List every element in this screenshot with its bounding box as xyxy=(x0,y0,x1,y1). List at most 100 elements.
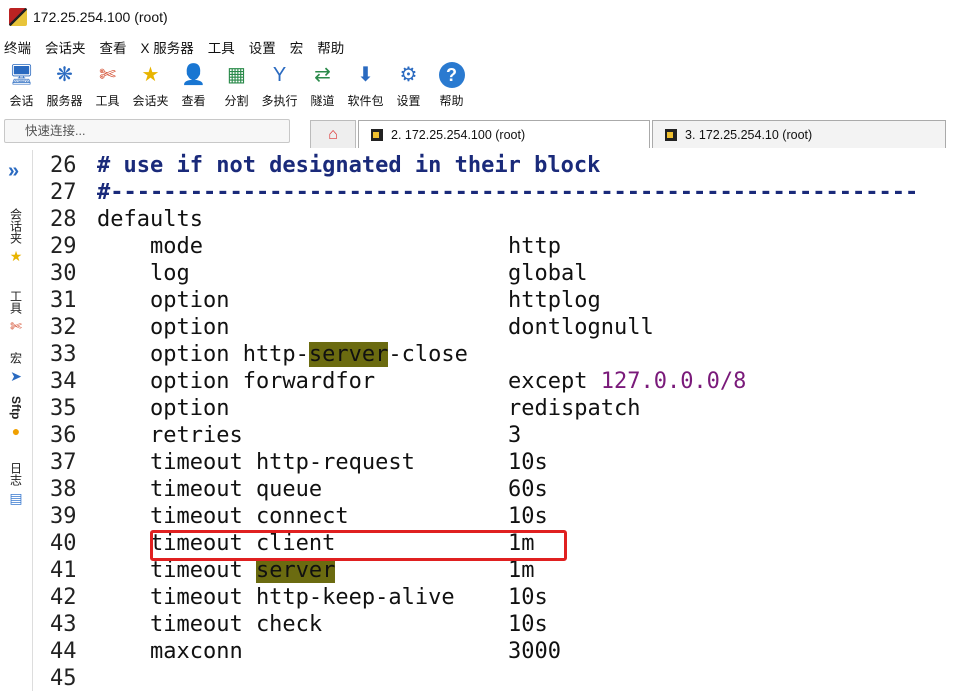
multiexec-icon: Y xyxy=(272,64,287,86)
line-number: 36 xyxy=(50,423,77,448)
sidebar-item-macros[interactable]: 宏 ➤ xyxy=(3,352,29,385)
code-line: 28 defaults xyxy=(40,206,955,233)
menu-macros[interactable]: 宏 xyxy=(290,37,304,57)
code-value: redispatch xyxy=(508,396,641,421)
toolbar-tools-button[interactable]: ✄ 工具 xyxy=(86,60,129,112)
code-text: # use if not designated in their block xyxy=(97,153,601,178)
servers-icon: ❋ xyxy=(56,64,73,86)
toolbar-session-button[interactable]: 🖥 会话 xyxy=(0,60,43,112)
toolbar-star-button[interactable]: ★ 会话夹 xyxy=(129,60,172,112)
code-line: 29 mode http xyxy=(40,233,955,260)
menu-tools[interactable]: 工具 xyxy=(208,37,235,57)
view-icon: 👤 xyxy=(181,64,206,86)
home-tab[interactable]: ⌂ xyxy=(310,120,356,148)
code-line: 38 timeout queue 60s xyxy=(40,476,955,503)
tab-session-3[interactable]: 3. 172.25.254.10 (root) xyxy=(652,120,946,148)
code-line: 32 option dontlognull xyxy=(40,314,955,341)
code-text: option http-server-close xyxy=(97,342,468,367)
toolbar-view-button[interactable]: 👤 查看 xyxy=(172,60,215,112)
line-number: 34 xyxy=(50,369,77,394)
line-number: 35 xyxy=(50,396,77,421)
code-line: 37 timeout http-request 10s xyxy=(40,449,955,476)
toolbar-package-button[interactable]: ⬇ 软件包 xyxy=(344,60,387,112)
toolbar-tunnel-button[interactable]: ⇄ 隧道 xyxy=(301,60,344,112)
toolbar-label: 会话 xyxy=(9,94,34,108)
quick-connect-input[interactable]: 快速连接... xyxy=(4,119,290,143)
toolbar: 🖥 会话 ❋ 服务器 ✄ 工具 ★ 会话夹 👤 查看 ▦ 分割 Y 多执行 ⇄ 隧道 ⬇ 软件包 ⚙ 设置? 帮助 xyxy=(0,60,955,112)
side-panel: » 会话夹 ★ 工具 ✄ 宏 ➤ Sftp ● 日志 ▤ xyxy=(0,150,33,691)
code-text: option forwardfor xyxy=(97,369,376,394)
menu-terminal[interactable]: 终端 xyxy=(4,37,31,57)
code-line: 35 option redispatch xyxy=(40,395,955,422)
code-line: 33 option http-server-close xyxy=(40,341,955,368)
app-logo-icon xyxy=(9,8,27,26)
code-line: 36 retries 3 xyxy=(40,422,955,449)
tools-icon: ✄ xyxy=(99,64,116,86)
code-text: timeout server xyxy=(97,558,336,583)
menu-xserver[interactable]: X 服务器 xyxy=(141,37,194,57)
toolbar-servers-button[interactable]: ❋ 服务器 xyxy=(43,60,86,112)
code-value: 3 xyxy=(508,423,522,448)
code-line: 27 #-------------------------------------… xyxy=(40,179,955,206)
star-icon: ★ xyxy=(9,248,23,264)
sidebar-item-sftp[interactable]: Sftp ● xyxy=(3,396,29,439)
toolbar-label: 服务器 xyxy=(46,94,83,108)
line-number: 39 xyxy=(50,504,77,529)
terminal-icon xyxy=(665,128,677,141)
toolbar-label: 多执行 xyxy=(261,94,298,108)
line-number: 44 xyxy=(50,639,77,664)
code-value: httplog xyxy=(508,288,601,313)
code-text: timeout queue xyxy=(97,477,323,502)
toolbar-split-button[interactable]: ▦ 分割 xyxy=(215,60,258,112)
code-value: dontlognull xyxy=(508,315,654,340)
terminal-editor[interactable]: 26 # use if not designated in their block… xyxy=(40,152,955,691)
code-line: 34 option forwardfor except 127.0.0.0/8 xyxy=(40,368,955,395)
toolbar-label: 帮助 xyxy=(439,94,464,108)
code-value: 10s xyxy=(508,450,548,475)
line-number: 45 xyxy=(50,666,77,691)
package-icon: ⬇ xyxy=(357,64,374,86)
menu-sessions[interactable]: 会话夹 xyxy=(45,37,86,57)
menu-view[interactable]: 查看 xyxy=(100,37,127,57)
code-line: 30 log global xyxy=(40,260,955,287)
line-number: 32 xyxy=(50,315,77,340)
tab-session-2[interactable]: 2. 172.25.254.100 (root) xyxy=(358,120,650,148)
sidebar-item-log[interactable]: 日志 ▤ xyxy=(3,462,29,507)
star-icon: ★ xyxy=(141,64,160,86)
menu-help[interactable]: 帮助 xyxy=(317,37,344,57)
code-text: maxconn xyxy=(97,639,243,664)
code-value: 10s xyxy=(508,612,548,637)
code-text: timeout connect xyxy=(97,504,349,529)
macro-icon: ➤ xyxy=(10,368,22,384)
menu-settings[interactable]: 设置 xyxy=(249,37,276,57)
code-line: 44 maxconn 3000 xyxy=(40,638,955,665)
menu-bar: 终端 会话夹 查看 X 服务器 工具 设置 宏 帮助 xyxy=(0,36,955,58)
sidebar-item-tools[interactable]: 工具 ✄ xyxy=(3,290,29,335)
line-number: 43 xyxy=(50,612,77,637)
code-text: log xyxy=(97,261,190,286)
code-text: option xyxy=(97,396,230,421)
window-title: 172.25.254.100 (root) xyxy=(33,9,168,25)
code-value: 1m xyxy=(508,558,535,583)
session-icon: 🖥 xyxy=(8,64,35,86)
toolbar-label: 查看 xyxy=(181,94,206,108)
toolbar-multiexec-button[interactable]: Y 多执行 xyxy=(258,60,301,112)
expand-sidebar-icon[interactable]: » xyxy=(8,160,19,183)
toolbar-help-button[interactable]: ? 帮助 xyxy=(430,60,473,112)
line-number: 30 xyxy=(50,261,77,286)
code-value: http xyxy=(508,234,561,259)
split-icon: ▦ xyxy=(227,64,246,86)
home-icon: ⌂ xyxy=(328,125,338,143)
sidebar-item-sessions[interactable]: 会话夹 ★ xyxy=(3,208,29,265)
line-number: 40 xyxy=(50,531,77,556)
line-number: 42 xyxy=(50,585,77,610)
code-text: retries xyxy=(97,423,243,448)
annotation-highlight-box xyxy=(150,530,567,561)
toolbar-settings-button[interactable]: ⚙ 设置 xyxy=(387,60,430,112)
code-value: global xyxy=(508,261,588,286)
code-text: #---------------------------------------… xyxy=(97,180,919,205)
code-line: 31 option httplog xyxy=(40,287,955,314)
line-number: 29 xyxy=(50,234,77,259)
line-number: 38 xyxy=(50,477,77,502)
line-number: 26 xyxy=(50,153,77,178)
